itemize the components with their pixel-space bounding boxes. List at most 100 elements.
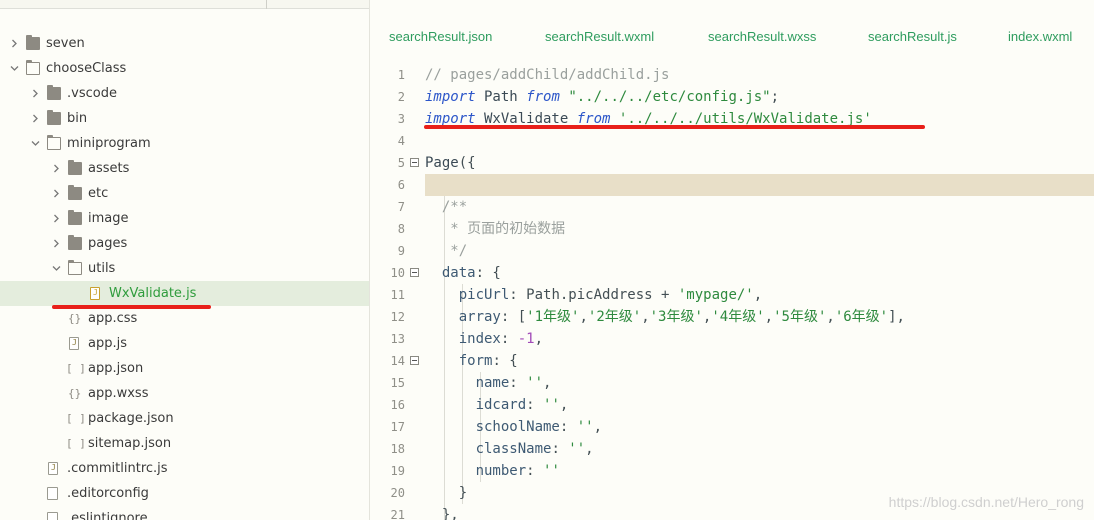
tree-item[interactable]: etc [0,181,369,206]
line-number: 6 [397,178,405,192]
tree-item[interactable]: utils [0,256,369,281]
tree-item[interactable]: .eslintignore [0,506,369,520]
code-token: , [764,309,774,325]
code-token: : [500,331,518,347]
code-token: * 页面的初始数据 [425,221,566,237]
code-token: , [543,375,552,391]
line-number: 2 [397,90,405,104]
code-line[interactable]: 13 index: -1, [371,328,1094,350]
tree-item[interactable]: [ ] sitemap.json [0,431,369,456]
chevron-right-icon[interactable] [29,106,41,131]
folder-open-icon [67,260,82,275]
tree-item[interactable]: [ ] package.json [0,406,369,431]
code-line[interactable]: 19 number: '' [371,460,1094,482]
code-line[interactable]: 4 [371,130,1094,152]
line-number: 10 [390,266,405,280]
code-area[interactable]: 1 // pages/addChild/addChild.js 2 import Pa… [371,64,1094,520]
code-text: * 页面的初始数据 [425,218,565,240]
chevron-down-icon[interactable] [29,131,41,156]
code-token: schoolName [425,419,560,435]
code-token: : [559,419,577,435]
tab-searchresult-wxml[interactable]: searchResult.wxml [545,29,654,44]
fold-toggle-icon[interactable] [410,268,419,277]
code-text: index: -1, [425,328,543,350]
code-token: className [425,441,552,457]
code-line[interactable]: 7 /** [371,196,1094,218]
tree-item[interactable]: assets [0,156,369,181]
tree-item[interactable]: seven [0,31,369,56]
chevron-right-icon[interactable] [8,31,20,56]
tree-item[interactable]: chooseClass [0,56,369,81]
tree-item[interactable]: WxValidate.js [0,281,369,306]
code-token: */ [425,243,468,259]
tree-item[interactable]: image [0,206,369,231]
tab-searchresult-json[interactable]: searchResult.json [389,29,492,44]
tree-item[interactable]: .editorconfig [0,481,369,506]
tree-item-label: app.wxss [88,386,149,401]
annotation-underline [52,305,211,309]
code-token: : [526,463,544,479]
current-line[interactable]: 6 [398,174,1094,196]
code-token: '4年级' [711,309,765,325]
chevron-right-icon[interactable] [29,81,41,106]
line-number: 19 [390,464,405,478]
code-line[interactable]: 1 // pages/addChild/addChild.js [371,64,1094,86]
tab-searchresult-js[interactable]: searchResult.js [868,29,957,44]
code-line[interactable]: 17 schoolName: '', [371,416,1094,438]
code-line[interactable]: 11 picUrl: Path.picAddress + 'mypage/', [371,284,1094,306]
tree-item-label: assets [88,161,130,176]
chevron-right-icon[interactable] [50,156,62,181]
tree-item[interactable]: .vscode [0,81,369,106]
chevron-right-icon[interactable] [50,181,62,206]
code-token: picUrl [425,287,510,303]
tree-item[interactable]: app.js [0,331,369,356]
code-token: '' [526,375,544,391]
code-line[interactable]: 12 array: ['1年级','2年级','3年级','4年级','5年级'… [371,306,1094,328]
code-line[interactable]: 5 Page({ [371,152,1094,174]
code-token: import [425,89,476,105]
line-number: 18 [390,442,405,456]
fold-toggle-icon[interactable] [410,356,419,365]
css-file-icon: {} [68,387,82,400]
line-number: 20 [390,486,405,500]
chevron-right-icon[interactable] [50,206,62,231]
code-line[interactable]: 18 className: '', [371,438,1094,460]
code-line[interactable]: 14 form: { [371,350,1094,372]
line-number: 9 [397,244,405,258]
code-text: className: '', [425,438,594,460]
code-token: "../../../etc/config.js" [568,89,771,105]
chevron-down-icon[interactable] [50,256,62,281]
code-token: index [425,331,501,347]
tree-item[interactable]: .commitlintrc.js [0,456,369,481]
code-token: '3年级' [649,309,703,325]
code-line[interactable]: 9 */ [371,240,1094,262]
code-line[interactable]: 2 import Path from "../../../etc/config.j… [371,86,1094,108]
code-line[interactable]: 10 data: { [371,262,1094,284]
line-number: 15 [390,376,405,390]
tree-item[interactable]: {} app.css [0,306,369,331]
js-file-icon [90,287,100,300]
code-line[interactable]: 8 * 页面的初始数据 [371,218,1094,240]
code-token: '' [576,419,594,435]
code-text: /** [425,196,467,218]
chevron-down-icon[interactable] [8,56,20,81]
tab-index-wxml[interactable]: index.wxml [1008,29,1072,44]
fold-toggle-icon[interactable] [410,158,419,167]
code-line[interactable]: 15 name: '', [371,372,1094,394]
tree-item-label: seven [46,36,85,51]
code-text: schoolName: '', [425,416,602,438]
tree-item[interactable]: miniprogram [0,131,369,156]
code-token: from [526,89,560,105]
code-token: : [509,375,527,391]
tree-item[interactable]: pages [0,231,369,256]
tree-item[interactable]: {} app.wxss [0,381,369,406]
annotation-underline [424,125,925,129]
line-number: 14 [390,354,405,368]
code-text: */ [425,240,467,262]
code-token: array [425,309,501,325]
tree-item[interactable]: [ ] app.json [0,356,369,381]
tab-searchresult-wxss[interactable]: searchResult.wxss [708,29,816,44]
code-line[interactable]: 16 idcard: '', [371,394,1094,416]
tree-item[interactable]: bin [0,106,369,131]
chevron-right-icon[interactable] [50,231,62,256]
